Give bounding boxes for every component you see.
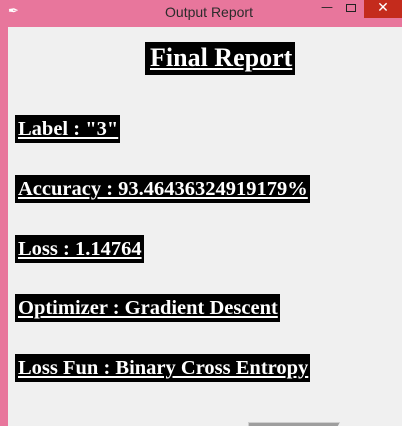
optimizer-result: Optimizer : Gradient Descent	[15, 294, 280, 322]
minimize-button[interactable]: —	[314, 0, 340, 16]
close-icon: ✕	[377, 0, 389, 16]
bottom-button[interactable]	[248, 422, 340, 426]
loss-result: Loss : 1.14764	[15, 235, 144, 263]
label-result: Label : "3"	[15, 115, 121, 143]
title-bar[interactable]: ✒ Output Report — ✕	[0, 0, 402, 26]
minimize-icon: —	[321, 0, 333, 14]
accuracy-result: Accuracy : 93.46436324919179%	[15, 175, 310, 203]
close-button[interactable]: ✕	[364, 0, 402, 18]
report-heading: Final Report	[145, 42, 296, 75]
loss-function-result: Loss Fun : Binary Cross Entropy	[15, 354, 311, 382]
report-panel: Final Report Label : "3" Accuracy : 93.4…	[8, 27, 402, 426]
output-report-window: ✒ Output Report — ✕ Final Report Label :…	[0, 0, 402, 426]
maximize-icon	[346, 4, 356, 12]
maximize-button[interactable]	[338, 2, 364, 18]
